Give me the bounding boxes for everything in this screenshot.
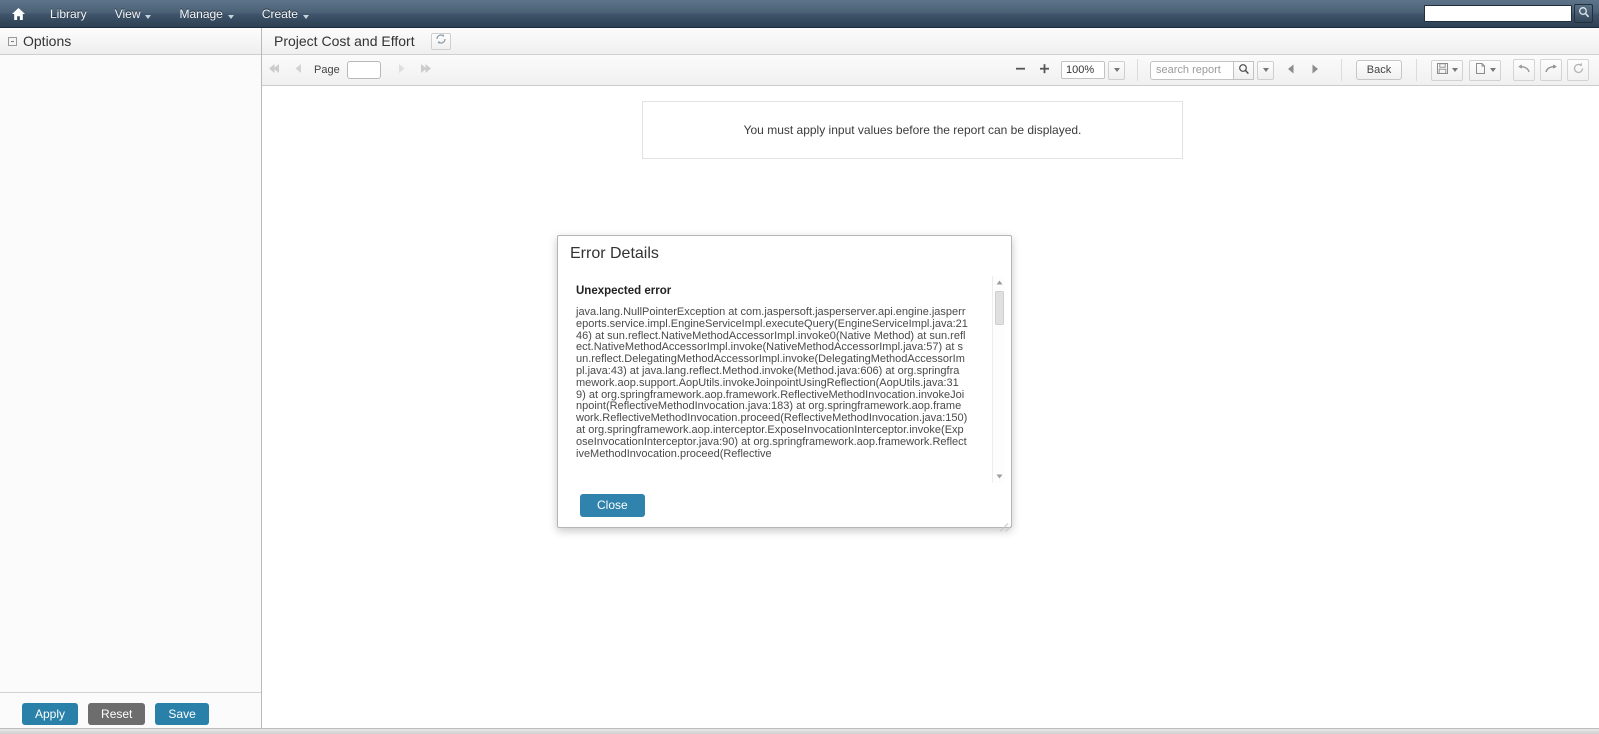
global-search (1424, 4, 1593, 23)
back-button[interactable]: Back (1356, 60, 1402, 80)
zoom-in-button[interactable] (1032, 59, 1056, 81)
scroll-down-arrow-icon[interactable] (993, 470, 1005, 483)
reset-button[interactable]: Reset (88, 702, 146, 725)
reset-report-button[interactable] (1567, 59, 1589, 81)
menu-manage[interactable]: Manage (165, 0, 247, 28)
save-button[interactable]: Save (155, 702, 209, 725)
chevron-down-icon (302, 14, 309, 19)
undo-icon (1517, 63, 1531, 78)
options-panel-title: Options (23, 33, 72, 49)
toolbar-separator (1137, 59, 1138, 81)
page-number-input[interactable] (346, 61, 381, 79)
first-page-button[interactable] (262, 59, 286, 81)
scroll-up-arrow-icon[interactable] (993, 276, 1005, 289)
zoom-out-icon (1014, 62, 1027, 78)
scrollbar-thumb[interactable] (995, 291, 1004, 325)
global-search-button[interactable] (1574, 4, 1593, 23)
apply-button[interactable]: Apply (22, 702, 79, 725)
report-canvas: You must apply input values before the r… (262, 86, 1599, 734)
search-icon (1578, 5, 1590, 23)
zoom-dropdown-button[interactable] (1108, 60, 1125, 80)
report-actions-group (1431, 55, 1599, 86)
report-search-group (1150, 55, 1327, 86)
menu-library[interactable]: Library (36, 0, 101, 28)
menu-create-label: Create (261, 6, 298, 21)
options-panel-body (0, 55, 261, 692)
last-page-icon (419, 63, 432, 77)
options-panel-header: Options (0, 28, 261, 55)
menu-manage-label: Manage (179, 6, 223, 21)
close-button[interactable]: Close (580, 493, 645, 517)
report-notice-panel: You must apply input values before the r… (642, 101, 1183, 159)
report-title: Project Cost and Effort (274, 33, 415, 49)
error-dialog-scrollbar[interactable] (992, 276, 1005, 483)
floppy-disk-icon (1436, 62, 1449, 78)
error-dialog-scroll-area[interactable]: Unexpected error java.lang.NullPointerEx… (568, 276, 992, 483)
window-bottom-edge (0, 728, 1599, 734)
reset-icon (1572, 62, 1585, 78)
search-previous-icon (1285, 63, 1297, 78)
chevron-down-icon (1113, 68, 1120, 72)
search-options-dropdown[interactable] (1257, 60, 1274, 80)
error-stacktrace: java.lang.NullPointerException at com.ja… (576, 306, 971, 460)
page-label: Page (314, 64, 340, 76)
zoom-in-icon (1038, 62, 1051, 78)
report-notice-text: You must apply input values before the r… (743, 123, 1082, 137)
save-report-button[interactable] (1431, 59, 1463, 81)
undo-button[interactable] (1513, 59, 1535, 81)
collapse-toggle-icon[interactable] (8, 36, 17, 46)
chevron-down-icon (227, 14, 234, 19)
toolbar-separator (1416, 59, 1417, 81)
report-title-bar: Project Cost and Effort (262, 28, 1599, 55)
report-toolbar: Page 100% search report Back (262, 55, 1599, 86)
first-page-icon (268, 63, 281, 77)
home-icon (11, 7, 26, 21)
previous-page-button[interactable] (286, 59, 310, 81)
redo-button[interactable] (1540, 59, 1562, 81)
zoom-out-button[interactable] (1008, 59, 1032, 81)
report-region: Project Cost and Effort Page 100% search… (262, 28, 1599, 734)
menu-view[interactable]: View (101, 0, 166, 28)
options-panel: Options Apply Reset Save (0, 28, 262, 734)
chevron-down-icon (1452, 68, 1458, 72)
search-next-button[interactable] (1303, 59, 1327, 81)
error-heading: Unexpected error (576, 285, 672, 297)
chevron-down-icon (1262, 68, 1269, 72)
menu-library-label: Library (50, 6, 87, 21)
menu-create[interactable]: Create (248, 0, 323, 28)
error-dialog-body: Unexpected error java.lang.NullPointerEx… (568, 276, 1005, 483)
chevron-down-icon (145, 14, 152, 19)
refresh-report-button[interactable] (430, 32, 451, 50)
zoom-level-input[interactable] (1061, 61, 1105, 79)
next-page-button[interactable] (390, 59, 414, 81)
zoom-group (1008, 55, 1125, 86)
chevron-down-icon (1490, 68, 1496, 72)
refresh-icon (435, 32, 447, 50)
menu-view-label: View (114, 6, 141, 21)
export-report-button[interactable] (1469, 59, 1501, 81)
resize-grip-icon[interactable] (997, 513, 1012, 532)
error-dialog-title: Error Details (570, 245, 659, 262)
search-icon (1238, 63, 1250, 78)
error-dialog-footer: Close (558, 483, 1012, 532)
search-report-input[interactable] (1150, 60, 1234, 80)
page-navigation-group: Page (262, 55, 438, 86)
previous-page-icon (293, 63, 304, 77)
toolbar-separator (1341, 59, 1342, 81)
search-next-icon (1309, 63, 1321, 78)
search-previous-button[interactable] (1279, 59, 1303, 81)
home-button[interactable] (0, 0, 36, 28)
last-page-button[interactable] (414, 59, 438, 81)
export-page-icon (1474, 62, 1487, 78)
redo-icon (1544, 63, 1558, 78)
search-report-button[interactable] (1234, 60, 1254, 80)
global-search-input[interactable] (1424, 5, 1572, 22)
application-menu-bar: Library View Manage Create (0, 0, 1599, 28)
error-details-dialog: Error Details Unexpected error java.lang… (557, 235, 1012, 532)
next-page-icon (396, 63, 407, 77)
